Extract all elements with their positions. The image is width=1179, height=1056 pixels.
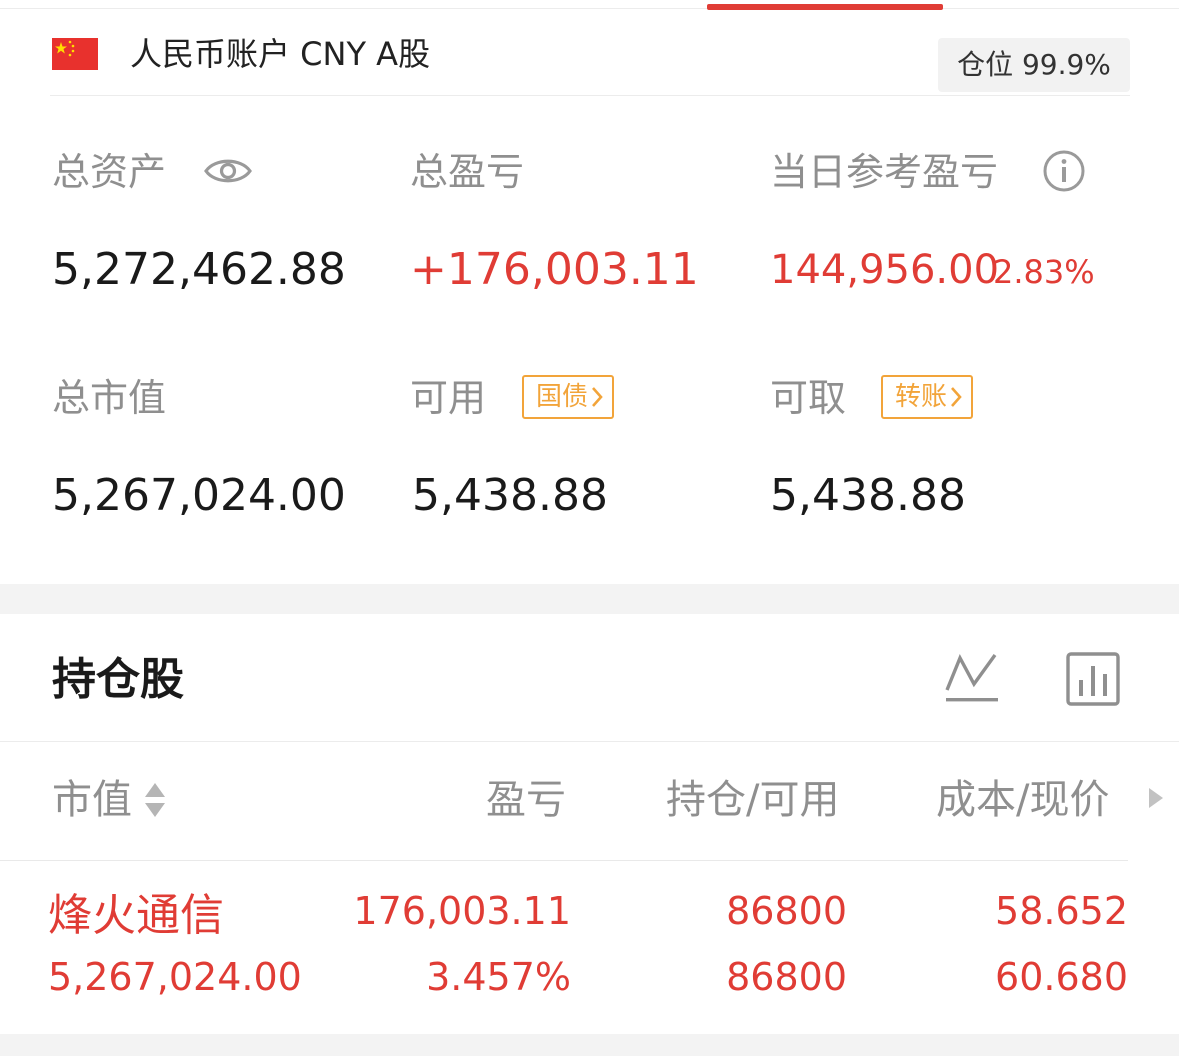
active-tab-indicator	[707, 4, 943, 10]
section-separator	[0, 584, 1179, 614]
stock-market-value: 5,267,024.00	[48, 955, 302, 999]
stock-pnl: 176,003.11	[353, 889, 571, 933]
position-ratio-badge: 仓位 99.9%	[938, 38, 1130, 92]
column-header-cost-price: 成本/现价	[936, 777, 1110, 823]
market-value-label: 总市值	[52, 376, 167, 420]
sort-icon[interactable]	[143, 780, 167, 820]
top-divider	[0, 8, 1179, 9]
header-divider	[50, 95, 1130, 96]
daily-pnl-label: 当日参考盈亏	[770, 150, 999, 194]
chevron-right-icon	[590, 377, 604, 417]
treasury-bond-button[interactable]: 国债	[522, 375, 615, 419]
total-assets-label: 总资产	[52, 150, 167, 194]
holdings-divider	[0, 741, 1179, 742]
eye-icon[interactable]	[203, 152, 253, 190]
bottom-separator	[0, 1034, 1179, 1056]
holdings-title: 持仓股	[52, 654, 184, 705]
transfer-button[interactable]: 转账	[881, 375, 974, 419]
column-header-pnl: 盈亏	[486, 777, 566, 823]
withdrawable-value: 5,438.88	[770, 470, 966, 521]
info-icon[interactable]	[1042, 149, 1086, 193]
transfer-label: 转账	[895, 382, 948, 412]
account-page: 人民币账户 CNY A股 仓位 99.9% 总资产 总盈亏 当日参考盈亏 5,2…	[0, 0, 1179, 1056]
column-header-position-available: 持仓/可用	[666, 777, 840, 823]
account-header[interactable]: 人民币账户 CNY A股 仓位 99.9%	[50, 32, 1130, 94]
account-name: 人民币账户 CNY A股	[130, 35, 431, 73]
table-header-divider	[0, 860, 1128, 861]
market-value-value: 5,267,024.00	[52, 470, 346, 521]
stock-price: 60.680	[995, 955, 1128, 999]
china-flag-icon	[52, 38, 98, 70]
trend-line-icon[interactable]	[942, 650, 1002, 706]
bar-chart-icon[interactable]	[1066, 652, 1120, 706]
available-label: 可用	[410, 376, 487, 420]
withdrawable-label: 可取	[770, 376, 847, 420]
stock-position: 86800	[726, 889, 847, 933]
stock-name: 烽火通信	[48, 890, 224, 941]
available-value: 5,438.88	[412, 470, 608, 521]
chevron-right-icon	[949, 377, 963, 417]
scroll-right-icon[interactable]	[1146, 786, 1166, 810]
total-pnl-label: 总盈亏	[410, 150, 525, 194]
daily-pnl-percent: 2.83%	[993, 253, 1095, 291]
stock-available: 86800	[726, 955, 847, 999]
total-pnl-value: +176,003.11	[410, 244, 699, 295]
total-assets-value: 5,272,462.88	[52, 244, 346, 295]
stock-cost: 58.652	[995, 889, 1128, 933]
treasury-bond-label: 国债	[536, 382, 589, 412]
column-header-market-value[interactable]: 市值	[52, 770, 132, 830]
stock-pnl-percent: 3.457%	[426, 955, 571, 999]
daily-pnl-value: 144,956.00	[770, 247, 1000, 293]
